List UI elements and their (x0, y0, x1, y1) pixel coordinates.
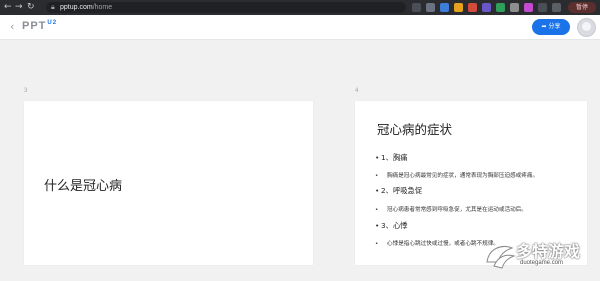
watermark-logo-icon (486, 246, 516, 269)
slide-title: 什么是冠心病 (44, 179, 123, 194)
extension-icon[interactable] (496, 3, 505, 12)
app-header: ‹ PPTU2 ➦ 分享 (0, 15, 600, 40)
slide-3[interactable]: 什么是冠心病 (24, 101, 313, 265)
list-item-detail: • 胸痛是冠心病最常见的症状，通常表现为胸部压迫感或疼痛。 (375, 173, 539, 179)
watermark-text: 多特游戏 (516, 242, 581, 261)
puzzle-icon[interactable] (538, 3, 547, 12)
forward-arrow-icon[interactable]: → (15, 2, 23, 13)
back-arrow-icon[interactable]: ← (4, 2, 12, 13)
avatar[interactable] (577, 18, 596, 37)
browser-toolbar: ← → ↻ 🔒︎ pptup.com/home 暂停 (0, 0, 600, 15)
extension-icon[interactable] (454, 3, 463, 12)
list-item: • 2、呼吸急促 (375, 186, 423, 195)
sidebar-icon[interactable] (552, 3, 561, 12)
extension-icon[interactable] (440, 3, 449, 12)
lock-icon: 🔒︎ (51, 4, 55, 11)
extension-icon[interactable] (412, 3, 421, 12)
reload-icon[interactable]: ↻ (27, 2, 35, 13)
watermark: 多特游戏 duotegame.com (476, 236, 600, 281)
extension-icon[interactable] (468, 3, 477, 12)
address-bar[interactable]: 🔒︎ pptup.com/home (46, 2, 406, 13)
share-button[interactable]: ➦ 分享 (532, 19, 570, 35)
profile-badge[interactable]: 暂停 (568, 2, 596, 13)
slide-title: 冠心病的症状 (377, 122, 453, 137)
back-icon[interactable]: ‹ (10, 20, 14, 33)
extension-icon[interactable] (482, 3, 491, 12)
list-item-detail: • 冠心病患者常常感到呼吸急促，尤其是在运动或活动后。 (375, 207, 527, 213)
extension-icon[interactable] (510, 3, 519, 12)
url-text: pptup.com/home (60, 4, 113, 11)
extension-icon[interactable] (426, 3, 435, 12)
slide-number: 4 (355, 88, 359, 94)
list-item: • 3、心悸 (375, 221, 408, 230)
list-item: • 1、胸痛 (375, 153, 408, 162)
slide-number: 3 (24, 88, 28, 94)
extension-icon[interactable] (524, 3, 533, 12)
logo[interactable]: PPTU2 (22, 20, 57, 32)
watermark-domain: duotegame.com (520, 260, 564, 266)
